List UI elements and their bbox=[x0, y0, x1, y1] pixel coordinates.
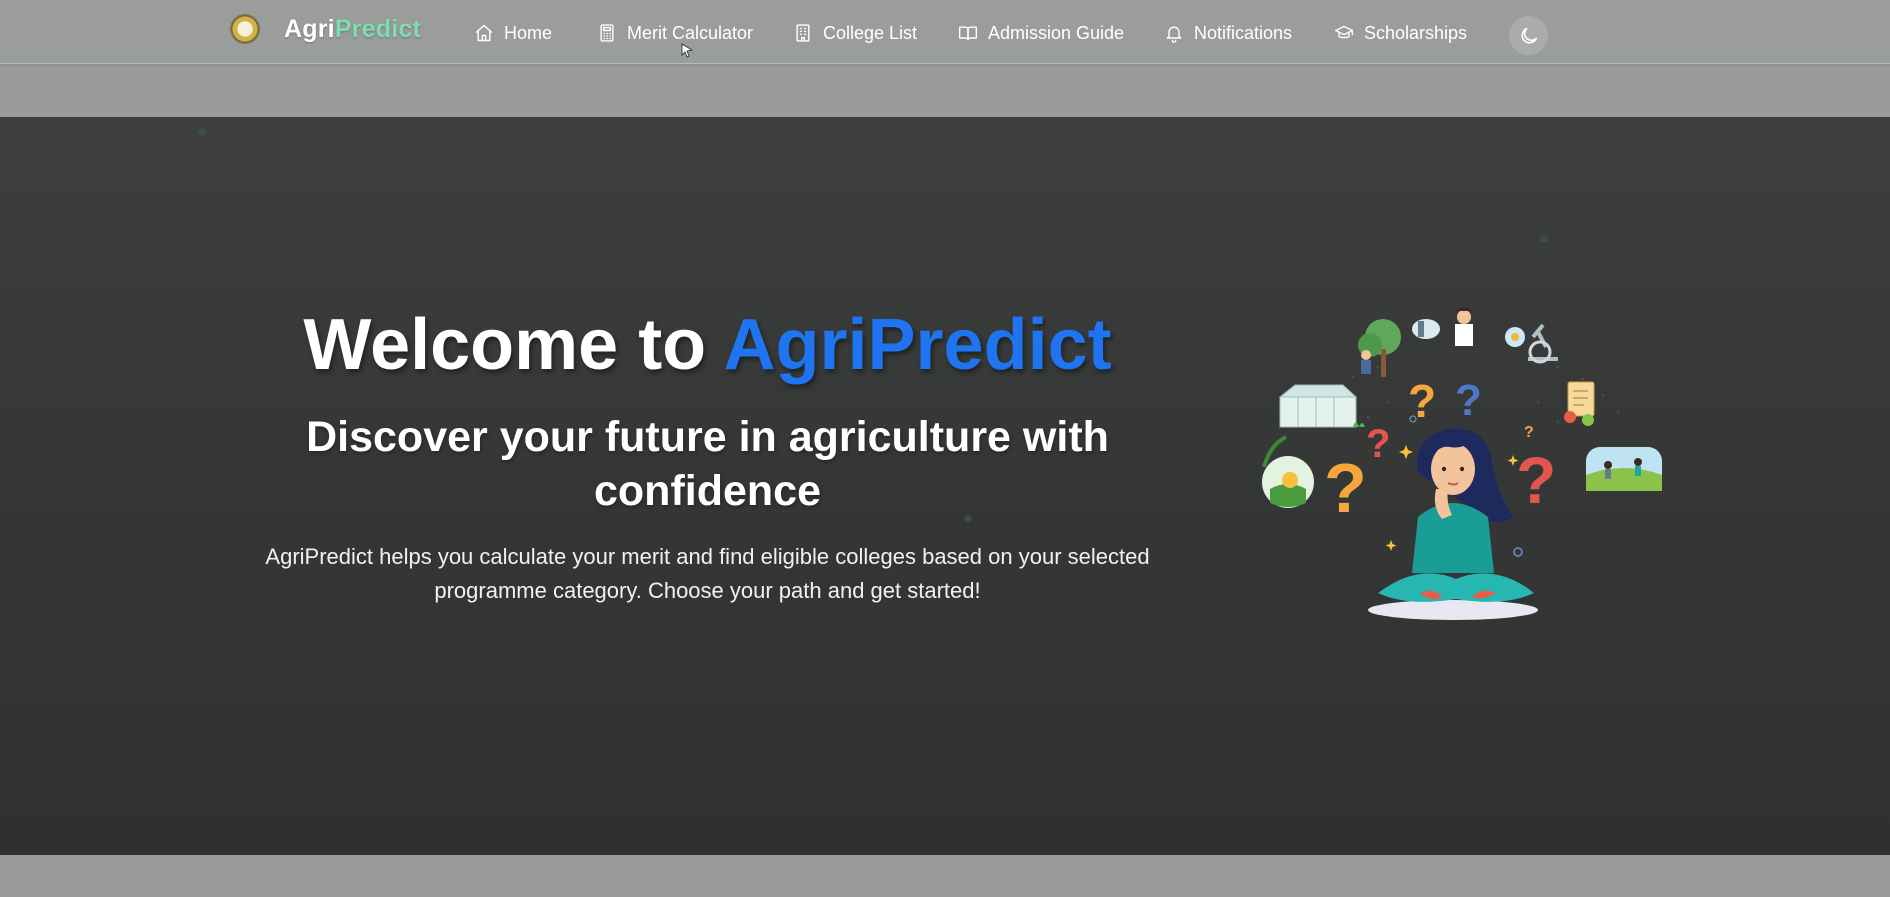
nav-scholarships[interactable]: Scholarships bbox=[1334, 20, 1467, 46]
question-mark-icon: ? bbox=[1366, 422, 1390, 466]
nav-merit-calculator-label: Merit Calculator bbox=[627, 22, 754, 43]
nav-admission-guide[interactable]: Admission Guide bbox=[958, 20, 1124, 46]
question-mark-icon: ? bbox=[1524, 424, 1534, 441]
question-mark-icon: ? bbox=[1455, 376, 1482, 425]
hero-subtitle: Discover your future in agriculture with… bbox=[306, 413, 1109, 515]
graduation-cap-icon bbox=[1334, 25, 1354, 39]
nav-home[interactable]: Home bbox=[474, 20, 552, 46]
question-mark-icon: ? bbox=[1516, 443, 1556, 517]
nav-college-list[interactable]: College List bbox=[793, 20, 917, 46]
clipboard-vegetables-icon bbox=[1564, 381, 1595, 426]
brand-name-part1: Agri bbox=[284, 14, 335, 43]
greenhouse-icon bbox=[1278, 384, 1365, 428]
nav-scholarships-label: Scholarships bbox=[1364, 22, 1468, 43]
nav-merit-calculator[interactable]: Merit Calculator bbox=[597, 20, 753, 46]
brand[interactable]: AgriPredict bbox=[230, 12, 421, 46]
question-mark-icon: ? bbox=[1324, 449, 1367, 527]
hero-description: AgriPredict helps you calculate your mer… bbox=[265, 544, 1150, 603]
tree-farmer-icon bbox=[1358, 319, 1401, 377]
top-navbar: AgriPredict Home Merit Calculator Colleg… bbox=[0, 0, 1890, 64]
thinking-student-illustration: ? ? ? ? ? ? bbox=[1262, 307, 1662, 620]
theme-toggle-button[interactable] bbox=[1509, 16, 1548, 55]
scientist-icon bbox=[1412, 307, 1473, 346]
nav-college-list-label: College List bbox=[823, 22, 918, 43]
nav-notifications[interactable]: Notifications bbox=[1164, 20, 1292, 46]
brand-name-part2: Predict bbox=[334, 14, 421, 43]
hero-title-prefix: Welcome to bbox=[303, 305, 724, 385]
university-seal-icon bbox=[230, 14, 260, 44]
nav-notifications-label: Notifications bbox=[1194, 22, 1293, 43]
farm-field-icon bbox=[1586, 447, 1662, 491]
decorative-dot bbox=[1540, 235, 1548, 243]
hero-section: Welcome to AgriPredict Discover your fut… bbox=[0, 117, 1890, 855]
decorative-dot bbox=[198, 128, 206, 136]
brand-name: AgriPredict bbox=[284, 15, 421, 44]
calculator-icon bbox=[600, 24, 614, 42]
question-mark-icon: ? bbox=[1408, 375, 1436, 427]
sunrise-leaf-icon bbox=[1262, 435, 1314, 508]
hero-text: Welcome to AgriPredict Discover your fut… bbox=[230, 302, 1185, 608]
book-icon bbox=[958, 26, 978, 41]
hero-title-accent: AgriPredict bbox=[723, 305, 1112, 385]
nav-home-label: Home bbox=[504, 22, 553, 43]
building-icon bbox=[796, 24, 810, 42]
microscope-icon bbox=[1505, 323, 1558, 364]
mouse-pointer-icon bbox=[681, 43, 694, 58]
moon-icon bbox=[1520, 27, 1537, 44]
nav-admission-guide-label: Admission Guide bbox=[988, 22, 1125, 43]
bell-icon bbox=[1166, 26, 1182, 43]
hero-title: Welcome to AgriPredict bbox=[230, 302, 1185, 388]
home-icon bbox=[475, 24, 493, 42]
